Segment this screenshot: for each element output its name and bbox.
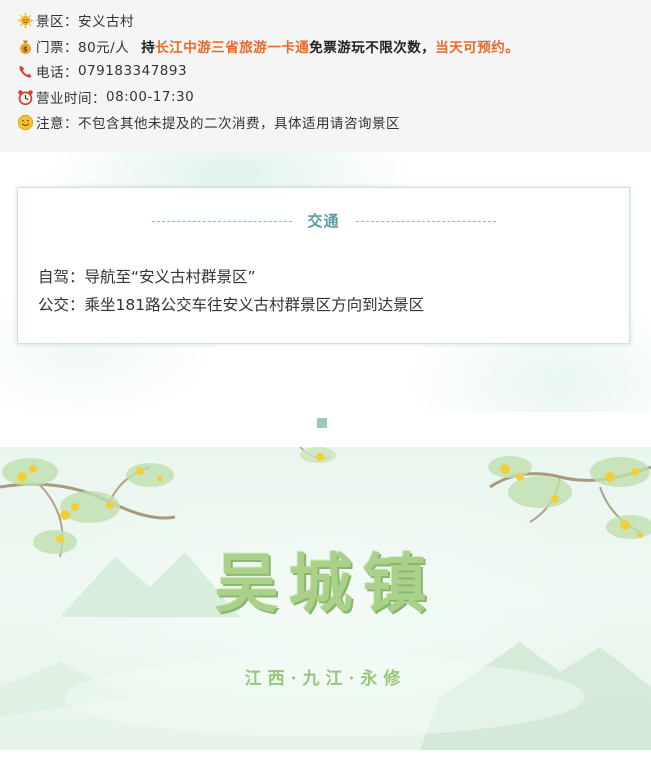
town-banner: 吴城镇 江西·九江·永修 [0, 447, 651, 750]
phone-number[interactable]: 079183347893 [78, 63, 187, 79]
transport-card: 交通 自驾：导航至“安义古村群景区” 公交：乘坐181路公交车往安义古村群景区方… [17, 187, 630, 344]
travel-card-name: 长江中游三省旅游一卡通 [155, 40, 310, 56]
scenic-label: 景区： [36, 14, 78, 30]
hours-row: 营业时间： 08:00-17:30 [17, 86, 194, 108]
phone-row: 电话： 079183347893 [17, 60, 187, 82]
ticket-hold: 持 [141, 40, 156, 56]
transport-title-row: 交通 [18, 210, 629, 232]
title-divider-right [356, 221, 496, 222]
sun-face-icon [17, 11, 34, 29]
telephone-icon [19, 65, 32, 78]
note-value: 不包含其他未提及的二次消费，具体适用请咨询景区 [78, 116, 400, 132]
section-marker [317, 418, 327, 428]
scenic-row: 景区： 安义古村 [17, 9, 134, 31]
scenic-value: 安义古村 [78, 14, 134, 30]
self-drive-text: 自驾：导航至“安义古村群景区” [38, 268, 256, 286]
transport-title: 交通 [307, 212, 340, 230]
ticket-price: 80元/人 [78, 40, 130, 56]
hours-label: 营业时间： [36, 91, 106, 107]
note-row: 注意： 不包含其他未提及的二次消费，具体适用请咨询景区 [17, 111, 400, 133]
banner-title: 吴城镇 [214, 547, 437, 622]
bus-text: 公交：乘坐181路公交车往安义古村群景区方向到达景区 [38, 296, 425, 314]
alarm-clock-icon [18, 89, 33, 105]
note-label: 注意： [36, 116, 78, 132]
hours-value: 08:00-17:30 [106, 89, 195, 105]
page: 景区： 安义古村 $ 门票： 80元/人 持 长江中游三省旅游一卡通 免票游玩不… [0, 0, 651, 757]
info-panel: 景区： 安义古村 $ 门票： 80元/人 持 长江中游三省旅游一卡通 免票游玩不… [0, 0, 651, 152]
phone-label: 电话： [36, 65, 78, 81]
reserve-text: 当天可预约。 [435, 40, 520, 56]
free-play-text: 免票游玩不限次数， [309, 40, 436, 56]
bottom-margin [0, 750, 651, 757]
banner-subtitle: 江西·九江·永修 [244, 669, 407, 689]
svg-text:$: $ [23, 45, 28, 53]
money-bag-icon: $ [19, 40, 32, 54]
ticket-row: $ 门票： 80元/人 持 长江中游三省旅游一卡通 免票游玩不限次数， 当天可预… [17, 35, 519, 57]
smile-face-icon [17, 114, 34, 130]
ticket-label: 门票： [36, 40, 78, 56]
